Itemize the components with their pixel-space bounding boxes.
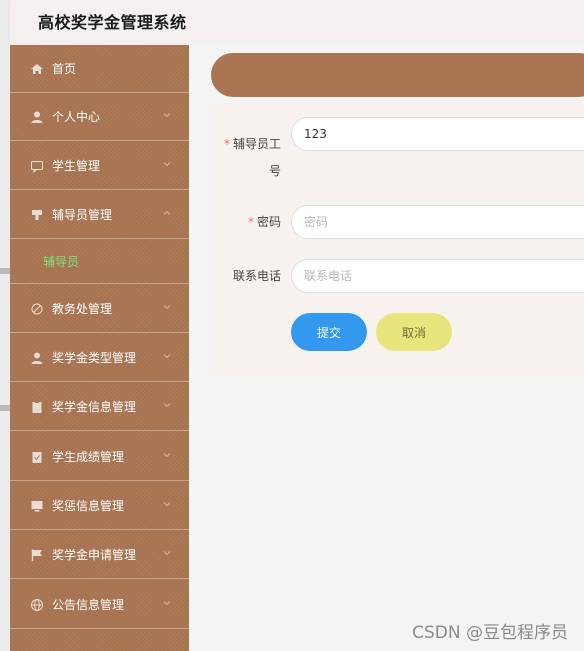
header-bar: 高校奖学金管理系统 xyxy=(10,0,584,45)
watermark-text: CSDN @豆包程序员 xyxy=(412,623,568,643)
submit-button[interactable]: 提交 xyxy=(291,313,367,351)
field-label-password: * 密码 xyxy=(247,215,281,229)
main-content: *辅导员工 号 *密码 联系电话 提交 取消 CSDN @豆包程序员 xyxy=(189,45,584,651)
sidebar-item-label: 个人中心 xyxy=(52,110,101,124)
sidebar-item-counselors[interactable]: 辅导员管理 xyxy=(10,191,189,239)
submenu-item-label: 辅导员 xyxy=(43,255,80,269)
password-input[interactable] xyxy=(291,205,584,239)
sidebar-item-label: 首页 xyxy=(52,62,77,76)
chevron-down-icon xyxy=(163,453,171,458)
sidebar-item-label: 公告信息管理 xyxy=(52,598,125,612)
sidebar-item-academic-office[interactable]: 教务处管理 xyxy=(10,285,189,333)
field-label-counselor-id: * 辅导员工 xyxy=(223,137,281,151)
chat-icon xyxy=(31,160,43,173)
edge-mark xyxy=(0,268,10,274)
flag-icon xyxy=(31,549,42,561)
sidebar-item-label: 奖学金信息管理 xyxy=(52,400,137,414)
chevron-down-icon xyxy=(163,305,171,310)
sidebar-item-applications[interactable]: 奖学金申请管理 xyxy=(10,531,189,579)
home-icon xyxy=(31,63,43,74)
user-icon xyxy=(31,111,43,123)
sidebar-item-label: 奖惩信息管理 xyxy=(52,499,125,513)
sidebar-item-label: 学生成绩管理 xyxy=(52,450,125,464)
clipboard-icon xyxy=(32,451,42,463)
counselor-id-input[interactable] xyxy=(291,117,584,151)
sidebar-item-scholarship-types[interactable]: 奖学金类型管理 xyxy=(10,334,189,382)
chevron-down-icon xyxy=(163,162,171,167)
chevron-up-icon xyxy=(163,210,171,215)
field-label-phone: 联系电话 xyxy=(232,269,281,283)
sidebar: 首页 个人中心 学生管理 辅导员管理 辅导员 教务处管理 奖学金类型管理 奖学金… xyxy=(10,45,189,651)
page-banner xyxy=(211,53,584,97)
sidebar-item-home[interactable]: 首页 xyxy=(10,45,189,93)
sidebar-item-label: 教务处管理 xyxy=(52,302,113,316)
submenu-item-counselor[interactable]: 辅导员 xyxy=(10,240,189,284)
sidebar-item-profile[interactable]: 个人中心 xyxy=(10,93,189,141)
clipboard-icon xyxy=(32,400,42,413)
globe-icon xyxy=(31,598,43,611)
phone-input[interactable] xyxy=(291,259,584,293)
sidebar-item-label: 奖学金类型管理 xyxy=(52,351,137,365)
chevron-down-icon xyxy=(163,113,171,118)
cancel-button[interactable]: 取消 xyxy=(376,313,452,351)
sidebar-item-label: 奖学金申请管理 xyxy=(52,548,137,562)
sidebar-item-label: 辅导员管理 xyxy=(52,208,113,222)
chevron-down-icon xyxy=(163,551,171,556)
sidebar-item-scholarship-info[interactable]: 奖学金信息管理 xyxy=(10,383,189,431)
form-card: *辅导员工 号 *密码 联系电话 提交 取消 xyxy=(211,101,584,379)
flag-icon xyxy=(32,209,42,220)
required-mark: * xyxy=(247,215,254,229)
sidebar-item-students[interactable]: 学生管理 xyxy=(10,142,189,190)
required-mark: * xyxy=(223,137,230,151)
field-label-counselor-id-line2: 号 xyxy=(268,164,281,178)
sidebar-item-grades[interactable]: 学生成绩管理 xyxy=(10,433,189,481)
sidebar-item-label: 学生管理 xyxy=(52,159,101,173)
chevron-down-icon xyxy=(163,403,171,408)
sidebar-item-rewards-penalties[interactable]: 奖惩信息管理 xyxy=(10,482,189,530)
slash-icon xyxy=(31,303,43,314)
app-title: 高校奖学金管理系统 xyxy=(38,13,187,32)
left-edge-strip xyxy=(0,0,10,651)
chevron-down-icon xyxy=(163,601,171,606)
monitor-icon xyxy=(31,500,43,511)
chevron-down-icon xyxy=(163,354,171,359)
user-icon xyxy=(31,352,43,364)
edge-mark xyxy=(0,405,10,411)
sidebar-item-announcements[interactable]: 公告信息管理 xyxy=(10,581,189,629)
chevron-down-icon xyxy=(163,502,171,507)
